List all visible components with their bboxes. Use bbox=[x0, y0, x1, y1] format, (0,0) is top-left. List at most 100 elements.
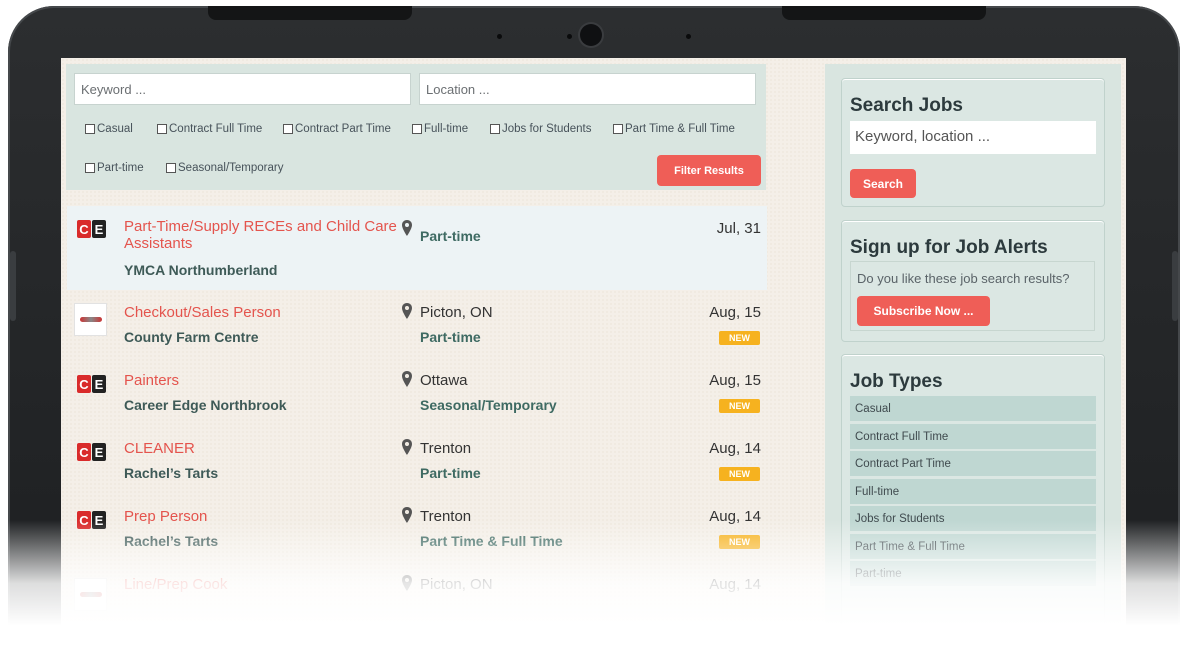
map-pin-icon bbox=[402, 439, 412, 455]
job-type-link-full-time[interactable]: Full-time bbox=[850, 479, 1096, 504]
checkbox-icon[interactable] bbox=[85, 124, 95, 134]
job-type: Part-time bbox=[420, 465, 481, 481]
filter-checkbox-full-time[interactable]: Full-time bbox=[412, 123, 468, 135]
job-title-link[interactable]: Painters bbox=[124, 372, 399, 389]
filter-checkbox-part-time[interactable]: Part-time bbox=[85, 162, 144, 174]
map-pin-icon bbox=[402, 507, 412, 523]
filter-label: Contract Part Time bbox=[295, 123, 391, 135]
filter-checkbox-seasonal-temporary[interactable]: Seasonal/Temporary bbox=[166, 162, 283, 174]
job-date: Aug, 15 bbox=[709, 304, 761, 321]
filter-checkbox-casual[interactable]: Casual bbox=[85, 123, 133, 135]
sidebar: Search Jobs Keyword, location ... Search… bbox=[825, 64, 1121, 658]
new-badge: NEW bbox=[719, 331, 760, 345]
keyword-input[interactable]: Keyword ... bbox=[74, 73, 411, 105]
company-name: YMCA Northumberland bbox=[124, 262, 278, 278]
filter-label: Casual bbox=[97, 123, 133, 135]
checkbox-icon[interactable] bbox=[157, 124, 167, 134]
map-pin-icon bbox=[402, 371, 412, 387]
map-pin-icon bbox=[402, 303, 412, 319]
checkbox-icon[interactable] bbox=[283, 124, 293, 134]
job-type-link-part-time[interactable]: Part-time bbox=[850, 561, 1096, 586]
career-edge-logo: CE bbox=[77, 511, 106, 529]
new-badge: NEW bbox=[719, 399, 760, 413]
bezel-tab-right bbox=[782, 6, 986, 20]
job-listing[interactable]: CE Part-Time/Supply RECEs and Child Care… bbox=[67, 206, 767, 290]
subscribe-button[interactable]: Subscribe Now ... bbox=[857, 296, 990, 326]
job-type: Seasonal/Temporary bbox=[420, 397, 557, 413]
new-badge: NEW bbox=[719, 535, 760, 549]
filter-results-button[interactable]: Filter Results bbox=[657, 155, 761, 186]
job-date: Aug, 14 bbox=[709, 576, 761, 593]
job-date: Aug, 15 bbox=[709, 372, 761, 389]
search-button[interactable]: Search bbox=[850, 169, 916, 198]
job-listing[interactable]: Line/Prep Cook Picton, ON Aug, 14 bbox=[67, 568, 767, 652]
bezel-side-button bbox=[10, 251, 16, 321]
job-location: Picton, ON bbox=[420, 304, 493, 321]
filter-panel: Keyword ... Location ... Casual Contract… bbox=[66, 64, 766, 190]
browser-screen: Keyword ... Location ... Casual Contract… bbox=[61, 58, 1126, 658]
widget-title: Search Jobs bbox=[850, 95, 963, 116]
job-location: Ottawa bbox=[420, 372, 468, 389]
sensor-dot bbox=[686, 34, 691, 39]
checkbox-icon[interactable] bbox=[412, 124, 422, 134]
job-location: Trenton bbox=[420, 508, 472, 525]
company-name: Rachel’s Tarts bbox=[124, 465, 219, 481]
filter-label: Part Time & Full Time bbox=[625, 123, 735, 135]
alert-prompt: Do you like these job search results? bbox=[857, 271, 1070, 286]
checkbox-icon[interactable] bbox=[166, 163, 176, 173]
job-title-link[interactable]: Line/Prep Cook bbox=[124, 576, 399, 593]
checkbox-icon[interactable] bbox=[490, 124, 500, 134]
job-location: Picton, ON bbox=[420, 576, 493, 593]
job-title-link[interactable]: CLEANER bbox=[124, 440, 399, 457]
company-name: Rachel’s Tarts bbox=[124, 533, 219, 549]
widget-title: Sign up for Job Alerts bbox=[850, 237, 1048, 258]
webcam-icon bbox=[580, 24, 602, 46]
widget-title: Job Types bbox=[850, 371, 943, 392]
filter-label: Contract Full Time bbox=[169, 123, 263, 135]
county-farm-logo bbox=[74, 303, 107, 336]
job-date: Aug, 14 bbox=[709, 440, 761, 457]
county-farm-logo bbox=[74, 578, 107, 611]
career-edge-logo: CE bbox=[77, 375, 106, 393]
sensor-dot bbox=[567, 34, 572, 39]
job-type-link-contract-full-time[interactable]: Contract Full Time bbox=[850, 424, 1096, 449]
job-type-link-part-full-time[interactable]: Part Time & Full Time bbox=[850, 534, 1096, 559]
search-jobs-widget: Search Jobs Keyword, location ... Search bbox=[841, 78, 1105, 207]
checkbox-icon[interactable] bbox=[85, 163, 95, 173]
filter-label: Part-time bbox=[97, 162, 144, 174]
job-type-link-jobs-for-students[interactable]: Jobs for Students bbox=[850, 506, 1096, 531]
job-type: Part-time bbox=[420, 329, 481, 345]
company-name: County Farm Centre bbox=[124, 329, 259, 345]
sensor-dot bbox=[497, 34, 502, 39]
bezel-side-button bbox=[1172, 251, 1178, 321]
job-title-link[interactable]: Part-Time/Supply RECEs and Child Care As… bbox=[124, 218, 399, 252]
filter-checkbox-contract-full-time[interactable]: Contract Full Time bbox=[157, 123, 262, 135]
bezel-tab-left bbox=[208, 6, 412, 20]
career-edge-logo: CE bbox=[77, 220, 106, 238]
job-types-widget: Job Types Casual Contract Full Time Cont… bbox=[841, 354, 1105, 658]
map-pin-icon bbox=[402, 575, 412, 591]
alert-box: Do you like these job search results? Su… bbox=[850, 261, 1095, 331]
job-type-link-casual[interactable]: Casual bbox=[850, 396, 1096, 421]
company-name: Career Edge Northbrook bbox=[124, 397, 287, 413]
job-alerts-widget: Sign up for Job Alerts Do you like these… bbox=[841, 220, 1105, 342]
job-location: Trenton bbox=[420, 440, 472, 457]
job-date: Aug, 14 bbox=[709, 508, 761, 525]
job-type: Part Time & Full Time bbox=[420, 533, 563, 549]
job-date: Jul, 31 bbox=[716, 220, 761, 237]
job-type: Part-time bbox=[420, 228, 481, 244]
filter-checkbox-part-full-time[interactable]: Part Time & Full Time bbox=[613, 123, 735, 135]
job-type-link-contract-part-time[interactable]: Contract Part Time bbox=[850, 451, 1096, 476]
location-input[interactable]: Location ... bbox=[419, 73, 756, 105]
filter-label: Seasonal/Temporary bbox=[178, 162, 284, 174]
sidebar-search-input[interactable]: Keyword, location ... bbox=[850, 121, 1096, 154]
career-edge-logo: CE bbox=[77, 443, 106, 461]
checkbox-icon[interactable] bbox=[613, 124, 623, 134]
filter-checkbox-contract-part-time[interactable]: Contract Part Time bbox=[283, 123, 391, 135]
filter-checkbox-jobs-for-students[interactable]: Jobs for Students bbox=[490, 123, 592, 135]
job-title-link[interactable]: Checkout/Sales Person bbox=[124, 304, 399, 321]
job-title-link[interactable]: Prep Person bbox=[124, 508, 399, 525]
map-pin-icon bbox=[402, 220, 412, 236]
new-badge: NEW bbox=[719, 467, 760, 481]
filter-label: Jobs for Students bbox=[502, 123, 592, 135]
